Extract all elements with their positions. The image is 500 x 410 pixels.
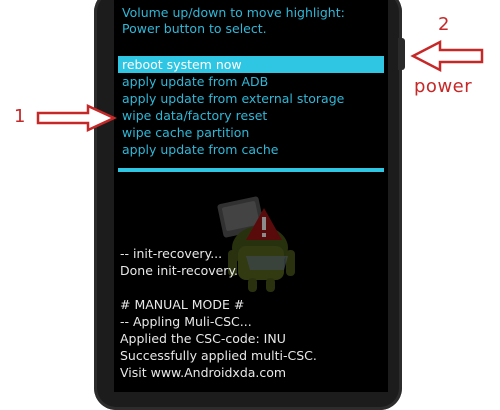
log-line: # MANUAL MODE # <box>120 297 245 312</box>
menu-item-apply-update-from-adb[interactable]: apply update from ADB <box>118 73 384 90</box>
annotation-label-power: power <box>414 76 473 97</box>
annotation-number-2: 2 <box>438 14 450 35</box>
log-line: -- init-recovery... <box>120 246 223 261</box>
arrow-right-icon <box>36 104 117 132</box>
csc-log: # MANUAL MODE # -- Appling Muli-CSC... A… <box>120 296 317 381</box>
instruction-line: Power button to select. <box>122 21 267 36</box>
menu-item-reboot-system-now[interactable]: reboot system now <box>118 56 384 73</box>
menu-item-apply-update-from-cache[interactable]: apply update from cache <box>118 141 384 158</box>
recovery-menu: reboot system now apply update from ADB … <box>118 56 384 158</box>
recovery-screen: Volume up/down to move highlight: Power … <box>114 0 388 392</box>
android-warning-icon <box>217 196 295 292</box>
power-button[interactable] <box>398 38 405 70</box>
log-line: Done init-recovery. <box>120 263 239 278</box>
menu-divider <box>118 168 384 172</box>
instructions: Volume up/down to move highlight: Power … <box>122 5 388 37</box>
log-line: Successfully applied multi-CSC. <box>120 348 317 363</box>
log-line: Visit www.Androidxda.com <box>120 365 287 380</box>
menu-item-wipe-data-factory-reset[interactable]: wipe data/factory reset <box>118 107 384 124</box>
menu-item-wipe-cache-partition[interactable]: wipe cache partition <box>118 124 384 141</box>
log-line: -- Appling Muli-CSC... <box>120 314 252 329</box>
instruction-line: Volume up/down to move highlight: <box>122 5 345 20</box>
menu-item-apply-update-external-storage[interactable]: apply update from external storage <box>118 90 384 107</box>
log-line: Applied the CSC-code: INU <box>120 331 286 346</box>
annotation-number-1: 1 <box>14 106 26 127</box>
arrow-left-icon <box>410 39 484 73</box>
init-log: -- init-recovery... Done init-recovery. <box>120 245 238 279</box>
